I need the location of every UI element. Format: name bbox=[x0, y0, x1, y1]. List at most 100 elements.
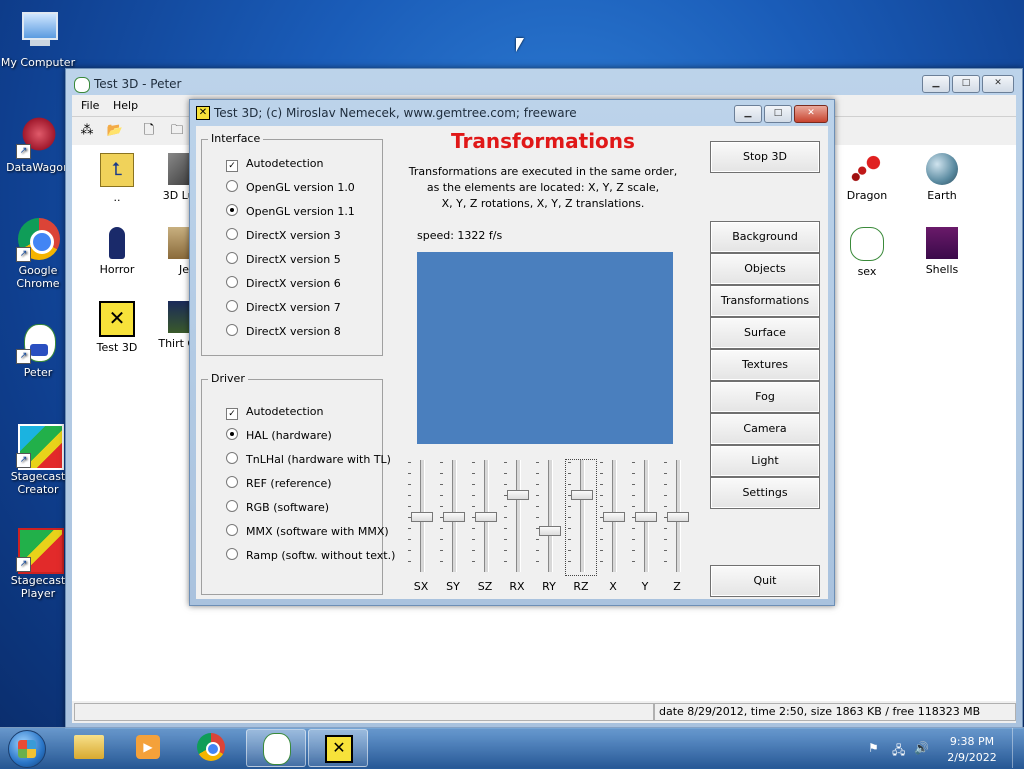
taskbar-peter[interactable] bbox=[246, 729, 306, 767]
radio-icon bbox=[226, 524, 238, 536]
stagecast-creator-icon: ↗ bbox=[16, 424, 64, 470]
interface-option-opengl-1-1[interactable]: OpenGL version 1.1 bbox=[226, 203, 355, 221]
tray-network-icon[interactable]: 🖧 bbox=[892, 741, 906, 757]
shortcut-arrow-icon: ↗ bbox=[16, 247, 31, 262]
slider-x[interactable] bbox=[598, 460, 628, 575]
slider-ry[interactable] bbox=[534, 460, 564, 575]
dialog-maximize-button[interactable]: □ bbox=[764, 105, 792, 123]
slider-z[interactable] bbox=[662, 460, 692, 575]
radio-selected-icon bbox=[226, 428, 238, 440]
slider-label-x: X bbox=[609, 580, 617, 593]
driver-option-ref[interactable]: REF (reference) bbox=[226, 475, 332, 493]
driver-option-tnlhal[interactable]: TnLHal (hardware with TL) bbox=[226, 451, 391, 469]
new-file-icon[interactable]: 🗋 bbox=[138, 121, 160, 141]
slider-label-rx: RX bbox=[509, 580, 525, 593]
file-item-sex[interactable]: sex bbox=[837, 227, 897, 278]
driver-option-hal[interactable]: HAL (hardware) bbox=[226, 427, 332, 445]
close-button[interactable]: ✕ bbox=[982, 75, 1014, 93]
tree-view-icon[interactable]: ⁂ bbox=[76, 121, 98, 141]
interface-option-directx-6[interactable]: DirectX version 6 bbox=[226, 275, 341, 293]
new-folder-icon[interactable]: 🗀 bbox=[166, 121, 188, 141]
tray-volume-icon[interactable]: 🔊 bbox=[914, 741, 929, 755]
minimize-button[interactable]: ▁ bbox=[922, 75, 950, 93]
slider-y[interactable] bbox=[630, 460, 660, 575]
interface-option-directx-3[interactable]: DirectX version 3 bbox=[226, 227, 341, 245]
camera-button[interactable]: Camera bbox=[710, 413, 820, 445]
stop-3d-button[interactable]: Stop 3D bbox=[710, 141, 820, 173]
slider-sx[interactable] bbox=[406, 460, 436, 575]
status-text: date 8/29/2012, time 2:50, size 1863 KB … bbox=[654, 703, 1016, 721]
taskbar-chrome[interactable] bbox=[182, 729, 240, 765]
slider-thumb[interactable] bbox=[667, 512, 689, 522]
slider-thumb[interactable] bbox=[475, 512, 497, 522]
objects-button[interactable]: Objects bbox=[710, 253, 820, 285]
menu-file[interactable]: File bbox=[81, 99, 99, 112]
file-item-test-3d[interactable]: ✕ Test 3D bbox=[87, 301, 147, 354]
slider-thumb[interactable] bbox=[539, 526, 561, 536]
slider-rx[interactable] bbox=[502, 460, 532, 575]
surface-button[interactable]: Surface bbox=[710, 317, 820, 349]
interface-autodetect-checkbox[interactable]: ✓ Autodetection bbox=[226, 155, 324, 173]
taskbar-media-player[interactable]: ▶ bbox=[120, 729, 178, 765]
checkbox-checked-icon: ✓ bbox=[226, 408, 238, 420]
slider-thumb[interactable] bbox=[603, 512, 625, 522]
mouse-cursor-icon bbox=[516, 38, 524, 52]
tray-date: 2/9/2022 bbox=[947, 751, 997, 764]
radio-label: DirectX version 7 bbox=[246, 301, 341, 314]
taskbar-test-3d[interactable]: ✕ bbox=[308, 729, 368, 767]
file-item-up[interactable]: ⮤ .. bbox=[87, 153, 147, 204]
file-item-earth[interactable]: Earth bbox=[912, 153, 972, 202]
folder-icon bbox=[74, 735, 104, 759]
settings-button[interactable]: Settings bbox=[710, 477, 820, 509]
interface-option-directx-5[interactable]: DirectX version 5 bbox=[226, 251, 341, 269]
tray-clock[interactable]: 9:38 PM 2/9/2022 bbox=[940, 734, 1004, 766]
datawagon-icon: ↗ bbox=[16, 115, 60, 159]
open-folder-icon[interactable]: 📂 bbox=[104, 121, 126, 141]
shells-icon bbox=[926, 227, 958, 259]
dialog-minimize-button[interactable]: ▁ bbox=[734, 105, 762, 123]
driver-autodetect-checkbox[interactable]: ✓ Autodetection bbox=[226, 403, 324, 421]
dialog-close-button[interactable]: ✕ bbox=[794, 105, 828, 123]
interface-option-opengl-1-0[interactable]: OpenGL version 1.0 bbox=[226, 179, 355, 197]
file-item-horror[interactable]: Horror bbox=[87, 227, 147, 276]
start-button[interactable] bbox=[8, 730, 46, 768]
taskbar-explorer[interactable] bbox=[60, 729, 118, 765]
textures-button[interactable]: Textures bbox=[710, 349, 820, 381]
background-button[interactable]: Background bbox=[710, 221, 820, 253]
slider-thumb[interactable] bbox=[411, 512, 433, 522]
file-item-dragon[interactable]: Dragon bbox=[837, 153, 897, 202]
slider-rz[interactable] bbox=[565, 459, 597, 576]
menu-help[interactable]: Help bbox=[113, 99, 138, 112]
slider-thumb[interactable] bbox=[443, 512, 465, 522]
driver-option-ramp[interactable]: Ramp (softw. without text.) bbox=[226, 547, 395, 565]
interface-option-directx-8[interactable]: DirectX version 8 bbox=[226, 323, 341, 341]
explorer-app-icon bbox=[74, 77, 90, 93]
slider-sy[interactable] bbox=[438, 460, 468, 575]
test3d-dialog: ✕ Test 3D; (c) Miroslav Nemecek, www.gem… bbox=[189, 99, 835, 606]
fog-button[interactable]: Fog bbox=[710, 381, 820, 413]
tray-flag-icon[interactable]: ⚑ bbox=[868, 741, 882, 755]
slider-sz[interactable] bbox=[470, 460, 500, 575]
desktop-icon-my-computer[interactable]: My Computer bbox=[0, 10, 76, 69]
slider-thumb[interactable] bbox=[507, 490, 529, 500]
description-line: Transformations are executed in the same… bbox=[408, 165, 678, 178]
slider-thumb[interactable] bbox=[635, 512, 657, 522]
maximize-button[interactable]: □ bbox=[952, 75, 980, 93]
media-player-icon: ▶ bbox=[136, 735, 160, 759]
file-item-shells[interactable]: Shells bbox=[912, 227, 972, 276]
panel-description: Transformations are executed in the same… bbox=[396, 164, 690, 212]
transformations-button[interactable]: Transformations bbox=[710, 285, 820, 317]
show-desktop-button[interactable] bbox=[1012, 728, 1024, 768]
slider-track bbox=[516, 460, 521, 572]
light-button[interactable]: Light bbox=[710, 445, 820, 477]
slider-thumb[interactable] bbox=[571, 490, 593, 500]
quit-button[interactable]: Quit bbox=[710, 565, 820, 597]
interface-option-directx-7[interactable]: DirectX version 7 bbox=[226, 299, 341, 317]
panel-heading: Transformations bbox=[451, 129, 635, 153]
driver-option-mmx[interactable]: MMX (software with MMX) bbox=[226, 523, 389, 541]
file-item-label: sex bbox=[857, 265, 877, 278]
checkbox-label: Autodetection bbox=[246, 405, 324, 418]
radio-label: MMX (software with MMX) bbox=[246, 525, 389, 538]
driver-group: Driver ✓ Autodetection HAL (hardware) TnL… bbox=[201, 372, 395, 595]
driver-option-rgb[interactable]: RGB (software) bbox=[226, 499, 329, 517]
